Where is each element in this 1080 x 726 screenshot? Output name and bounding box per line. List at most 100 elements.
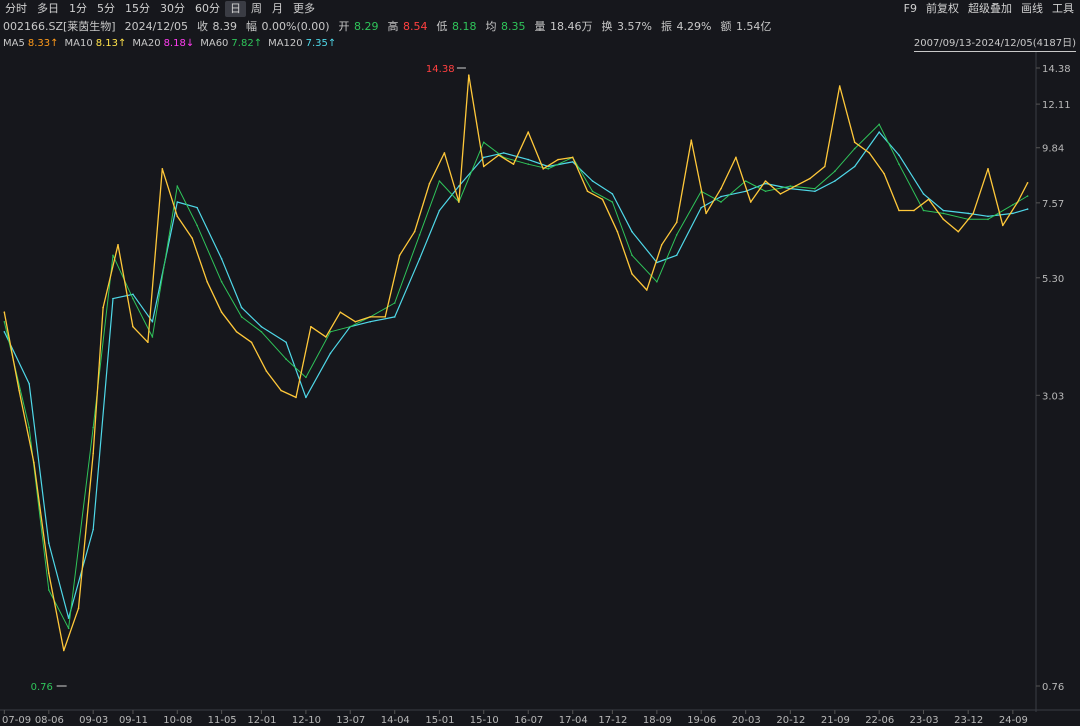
period-tab[interactable]: 15分 <box>120 1 155 17</box>
period-tab[interactable]: 5分 <box>92 1 120 17</box>
quote-high: 高 8.54 <box>387 20 428 33</box>
data-point-ma5 <box>176 215 179 218</box>
data-point-ma120 <box>132 293 134 296</box>
quote-change: 幅 0.00%(0.00) <box>246 20 330 33</box>
tool-menu: F9 前复权 超级叠加 画线 工具 <box>904 0 1074 18</box>
x-tick-label: 17-04 <box>559 715 588 726</box>
data-point-ma120 <box>527 158 530 161</box>
period-tab[interactable]: 多日 <box>32 1 64 17</box>
data-point-ma5 <box>77 607 80 610</box>
y-tick-label: 0.76 <box>1042 682 1064 693</box>
data-point-ma5 <box>443 152 446 154</box>
data-point-ma120 <box>571 161 574 163</box>
data-point-ma5 <box>220 311 223 313</box>
data-point-ma60 <box>1026 195 1029 197</box>
date-range-selector[interactable]: 2007/09/13-2024/12/05(4187日) <box>913 37 1076 52</box>
period-tab[interactable]: 分时 <box>0 1 32 17</box>
period-tab[interactable]: 更多 <box>288 1 320 17</box>
data-point-ma5 <box>705 212 707 215</box>
x-tick-label: 15-10 <box>470 715 499 726</box>
tool-button[interactable]: 前复权 <box>926 0 959 18</box>
data-point-ma120 <box>720 195 722 198</box>
x-tick-label: 12-10 <box>292 715 321 726</box>
data-point-ma120 <box>764 182 767 185</box>
data-point-ma5 <box>512 163 515 165</box>
quote-open: 开 8.29 <box>338 20 379 33</box>
data-point-ma5 <box>631 273 633 275</box>
series-line-ma5 <box>3 74 1029 652</box>
price-chart[interactable]: 14.38 12.11 9.84 7.57 5.30 3.03 0.76 07-09 08-06… <box>0 52 1080 726</box>
data-point-ma5 <box>557 158 559 161</box>
x-tick-label: 18-09 <box>643 715 672 726</box>
data-point-ma5 <box>868 152 871 154</box>
quote-close: 收 8.39 <box>197 20 237 33</box>
data-point-ma5 <box>571 156 574 159</box>
period-tab[interactable]: 60分 <box>190 1 225 17</box>
data-point-ma5 <box>467 74 470 76</box>
data-point-ma120 <box>112 297 114 300</box>
y-tick-label: 9.84 <box>1042 144 1064 155</box>
x-tick-label: 20-03 <box>732 715 761 726</box>
data-point-ma5 <box>690 139 693 141</box>
data-point-ma60 <box>675 234 678 236</box>
tool-button[interactable]: 工具 <box>1052 0 1074 18</box>
period-tab[interactable]: 月 <box>267 1 288 17</box>
data-point-ma5 <box>62 649 65 652</box>
data-point-ma5 <box>823 165 826 168</box>
data-point-ma5 <box>147 341 149 344</box>
data-point-ma120 <box>853 165 856 168</box>
tool-button[interactable]: 超级叠加 <box>968 0 1012 18</box>
series-line-ma120 <box>3 131 1028 619</box>
period-tab[interactable]: 日 <box>225 1 246 17</box>
data-point-ma5 <box>497 154 500 156</box>
max-price-label: 14.38 <box>426 64 455 75</box>
data-point-ma5 <box>92 452 94 455</box>
data-point-ma5 <box>1001 224 1004 227</box>
data-point-ma120 <box>675 254 678 257</box>
data-point-ma5 <box>883 172 885 175</box>
data-point-ma5 <box>764 180 767 182</box>
data-point-ma60 <box>547 168 550 170</box>
data-point-ma5 <box>3 311 6 313</box>
data-point-ma5 <box>280 389 282 392</box>
data-point-ma60 <box>656 280 658 283</box>
data-point-ma5 <box>458 201 460 203</box>
period-tab[interactable]: 30分 <box>155 1 190 17</box>
data-point-ma120 <box>502 152 505 154</box>
data-point-ma120 <box>834 180 836 182</box>
period-tab[interactable]: 周 <box>246 1 267 17</box>
data-point-ma120 <box>3 330 6 333</box>
data-point-ma60 <box>305 376 307 379</box>
x-tick-label: 09-11 <box>119 715 148 726</box>
data-point-ma120 <box>240 306 243 309</box>
data-point-ma60 <box>438 180 441 182</box>
data-point-ma5 <box>645 289 648 291</box>
x-tick-label: 19-06 <box>687 715 716 726</box>
data-point-ma5 <box>235 330 238 333</box>
data-point-ma120 <box>700 206 702 209</box>
period-tab[interactable]: 1分 <box>64 1 92 17</box>
data-point-ma120 <box>329 352 332 355</box>
tool-button[interactable]: F9 <box>904 0 917 18</box>
data-point-ma60 <box>48 589 50 591</box>
data-point-ma5 <box>384 316 386 318</box>
data-point-ma5 <box>542 168 544 170</box>
data-point-ma5 <box>779 193 782 195</box>
data-point-ma5 <box>250 341 253 344</box>
stock-name[interactable]: 002166.SZ[莱茵生物] <box>3 18 116 36</box>
x-tick-label: 23-12 <box>954 715 983 726</box>
data-point-ma5 <box>898 209 900 212</box>
data-point-ma5 <box>809 177 811 180</box>
x-tick-label: 10-08 <box>163 715 192 726</box>
data-point-ma120 <box>285 341 287 344</box>
quote-bar: 002166.SZ[莱茵生物] 2024/12/05 收 8.39 幅 0.00… <box>3 18 771 36</box>
data-point-ma5 <box>927 198 930 201</box>
data-point-ma120 <box>1012 212 1014 215</box>
data-point-ma60 <box>260 330 263 333</box>
data-point-ma60 <box>744 180 747 182</box>
x-tick-label: 21-09 <box>821 715 850 726</box>
data-point-ma60 <box>176 185 179 187</box>
data-point-ma60 <box>922 209 925 212</box>
tool-button[interactable]: 画线 <box>1021 0 1043 18</box>
quote-turnover: 换 3.57% <box>601 20 652 33</box>
